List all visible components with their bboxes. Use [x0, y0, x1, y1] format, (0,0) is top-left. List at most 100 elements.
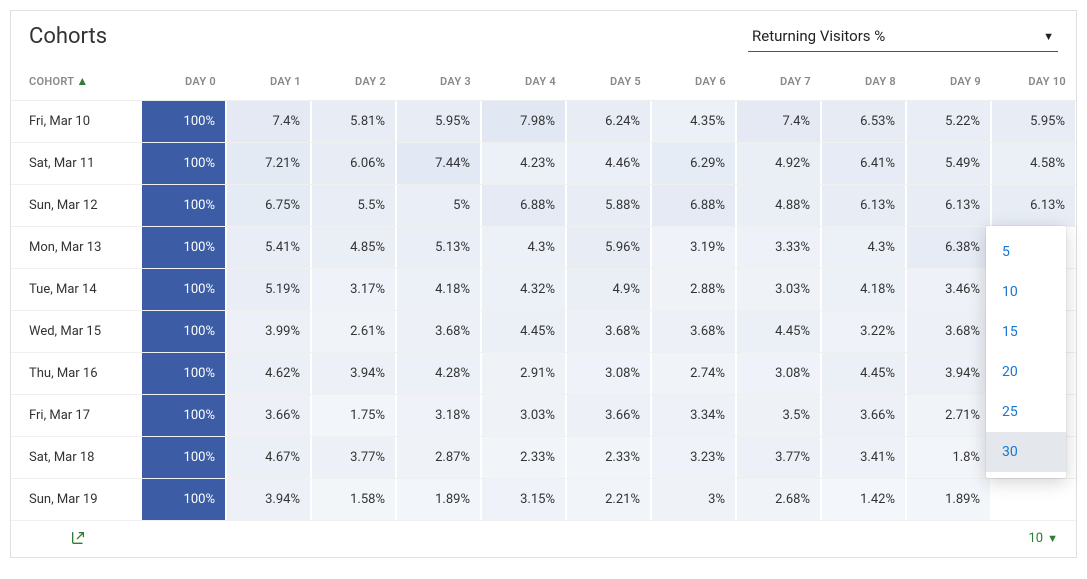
cohort-label-cell: Sat, Mar 11	[11, 143, 141, 185]
value-cell: 3.99%	[226, 311, 311, 353]
card-footer: 10 ▼	[11, 521, 1076, 557]
column-header[interactable]: DAY 7	[736, 60, 821, 101]
value-cell: 5.13%	[396, 227, 481, 269]
value-cell: 5%	[396, 185, 481, 227]
page-size-option[interactable]: 30	[986, 432, 1066, 472]
value-cell: 3.22%	[821, 311, 906, 353]
value-cell: 3.66%	[821, 395, 906, 437]
value-cell: 100%	[141, 227, 226, 269]
value-cell: 3.68%	[906, 311, 991, 353]
cohort-table: COHORT▲DAY 0DAY 1DAY 2DAY 3DAY 4DAY 5DAY…	[11, 60, 1076, 521]
value-cell	[991, 479, 1076, 521]
value-cell: 3.08%	[736, 353, 821, 395]
value-cell: 4.67%	[226, 437, 311, 479]
value-cell: 2.91%	[481, 353, 566, 395]
value-cell: 100%	[141, 395, 226, 437]
cohort-label-cell: Mon, Mar 13	[11, 227, 141, 269]
value-cell: 3.34%	[651, 395, 736, 437]
page-size-option[interactable]: 10	[986, 272, 1066, 312]
value-cell: 6.24%	[566, 101, 651, 143]
cohort-label-cell: Wed, Mar 15	[11, 311, 141, 353]
value-cell: 1.42%	[821, 479, 906, 521]
table-row: Sat, Mar 11100%7.21%6.06%7.44%4.23%4.46%…	[11, 143, 1076, 185]
table-header-row: COHORT▲DAY 0DAY 1DAY 2DAY 3DAY 4DAY 5DAY…	[11, 60, 1076, 101]
value-cell: 2.21%	[566, 479, 651, 521]
value-cell: 3.68%	[396, 311, 481, 353]
table-row: Tue, Mar 14100%5.19%3.17%4.18%4.32%4.9%2…	[11, 269, 1076, 311]
value-cell: 4.45%	[736, 311, 821, 353]
column-header[interactable]: DAY 6	[651, 60, 736, 101]
value-cell: 2.71%	[906, 395, 991, 437]
column-header[interactable]: DAY 0	[141, 60, 226, 101]
value-cell: 3.68%	[651, 311, 736, 353]
page-size-dropdown: 51015202530	[986, 226, 1066, 478]
value-cell: 5.41%	[226, 227, 311, 269]
value-cell: 3.66%	[566, 395, 651, 437]
value-cell: 7.21%	[226, 143, 311, 185]
value-cell: 3%	[651, 479, 736, 521]
value-cell: 6.13%	[906, 185, 991, 227]
value-cell: 3.77%	[311, 437, 396, 479]
value-cell: 4.62%	[226, 353, 311, 395]
cohort-label-cell: Sun, Mar 12	[11, 185, 141, 227]
column-header[interactable]: DAY 2	[311, 60, 396, 101]
value-cell: 7.4%	[736, 101, 821, 143]
column-header[interactable]: DAY 5	[566, 60, 651, 101]
value-cell: 7.4%	[226, 101, 311, 143]
column-header[interactable]: COHORT▲	[11, 60, 141, 101]
page-size-select[interactable]: 10 ▼	[1028, 531, 1058, 546]
value-cell: 4.92%	[736, 143, 821, 185]
value-cell: 3.19%	[651, 227, 736, 269]
value-cell: 6.53%	[821, 101, 906, 143]
value-cell: 6.13%	[991, 185, 1076, 227]
value-cell: 5.5%	[311, 185, 396, 227]
value-cell: 100%	[141, 185, 226, 227]
value-cell: 3.18%	[396, 395, 481, 437]
page-size-option[interactable]: 15	[986, 312, 1066, 352]
column-header[interactable]: DAY 9	[906, 60, 991, 101]
value-cell: 4.32%	[481, 269, 566, 311]
column-header[interactable]: DAY 10	[991, 60, 1076, 101]
value-cell: 4.85%	[311, 227, 396, 269]
table-row: Thu, Mar 16100%4.62%3.94%4.28%2.91%3.08%…	[11, 353, 1076, 395]
value-cell: 1.8%	[906, 437, 991, 479]
value-cell: 7.98%	[481, 101, 566, 143]
column-header[interactable]: DAY 8	[821, 60, 906, 101]
value-cell: 100%	[141, 269, 226, 311]
value-cell: 6.06%	[311, 143, 396, 185]
column-header[interactable]: DAY 4	[481, 60, 566, 101]
value-cell: 100%	[141, 437, 226, 479]
value-cell: 4.3%	[481, 227, 566, 269]
value-cell: 3.5%	[736, 395, 821, 437]
value-cell: 2.61%	[311, 311, 396, 353]
cohort-label-cell: Sat, Mar 18	[11, 437, 141, 479]
value-cell: 6.88%	[651, 185, 736, 227]
cohort-label-cell: Thu, Mar 16	[11, 353, 141, 395]
value-cell: 5.96%	[566, 227, 651, 269]
value-cell: 1.89%	[396, 479, 481, 521]
page-size-option[interactable]: 25	[986, 392, 1066, 432]
value-cell: 4.9%	[566, 269, 651, 311]
sort-asc-icon: ▲	[76, 74, 88, 88]
cohorts-card: Cohorts Returning Visitors % ▼ COHORT▲DA…	[10, 10, 1077, 558]
column-header[interactable]: DAY 1	[226, 60, 311, 101]
value-cell: 6.29%	[651, 143, 736, 185]
metric-select[interactable]: Returning Visitors % ▼	[748, 21, 1058, 52]
table-row: Mon, Mar 13100%5.41%4.85%5.13%4.3%5.96%3…	[11, 227, 1076, 269]
value-cell: 4.45%	[481, 311, 566, 353]
page-size-option[interactable]: 20	[986, 352, 1066, 392]
cohort-label-cell: Tue, Mar 14	[11, 269, 141, 311]
value-cell: 6.88%	[481, 185, 566, 227]
page-size-option[interactable]: 5	[986, 232, 1066, 272]
value-cell: 5.88%	[566, 185, 651, 227]
value-cell: 3.23%	[651, 437, 736, 479]
value-cell: 3.41%	[821, 437, 906, 479]
export-icon[interactable]	[69, 529, 87, 547]
value-cell: 2.68%	[736, 479, 821, 521]
value-cell: 5.95%	[396, 101, 481, 143]
table-row: Sat, Mar 18100%4.67%3.77%2.87%2.33%2.33%…	[11, 437, 1076, 479]
column-header[interactable]: DAY 3	[396, 60, 481, 101]
value-cell: 3.94%	[311, 353, 396, 395]
value-cell: 2.33%	[566, 437, 651, 479]
value-cell: 3.66%	[226, 395, 311, 437]
